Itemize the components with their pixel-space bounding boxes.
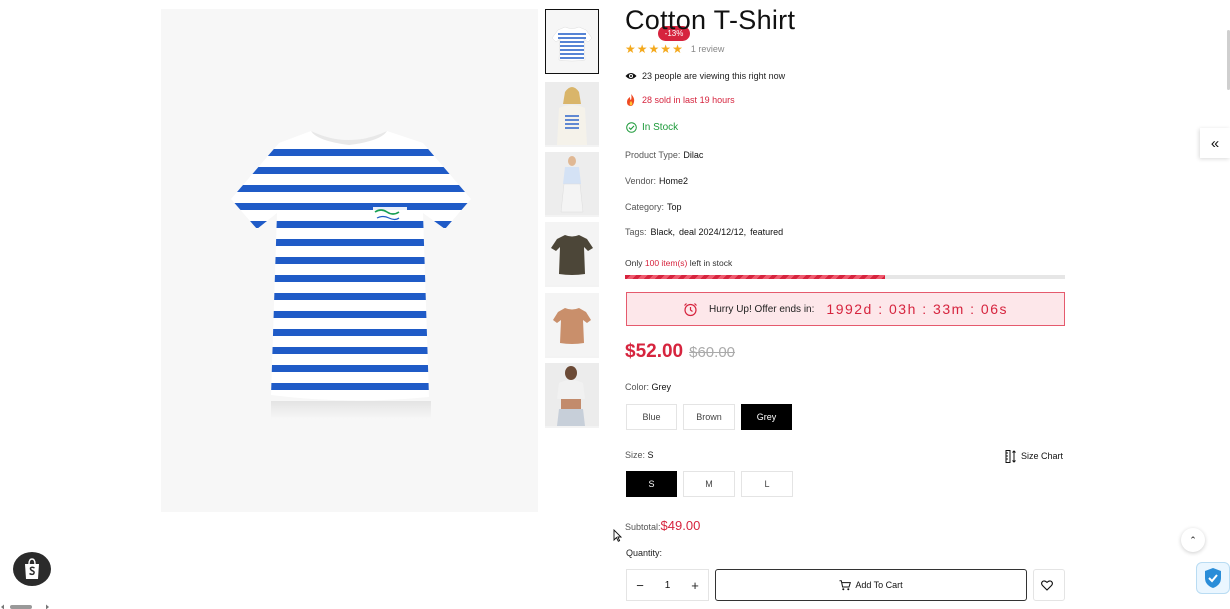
main-product-image[interactable]: -13%: [161, 9, 690, 512]
product-type-label: Product Type:: [625, 150, 681, 160]
stock-left-prefix: Only: [625, 258, 643, 268]
size-option-label: Size: S: [625, 450, 654, 460]
trust-badge-widget[interactable]: [1196, 562, 1230, 594]
heart-icon: [1040, 579, 1053, 591]
vendor-label: Vendor:: [625, 176, 657, 186]
back-to-top-button[interactable]: ⌃: [1181, 528, 1205, 552]
size-selected: S: [647, 450, 654, 460]
price-block: $52.00 $60.00: [625, 341, 735, 363]
review-count-link[interactable]: 1 review: [691, 44, 725, 54]
sold-hours: 19: [699, 95, 710, 105]
stock-left-notice: Only 100 item(s) left in stock: [625, 258, 732, 268]
color-option-blue[interactable]: Blue: [626, 404, 677, 430]
add-to-cart-button[interactable]: Add To Cart: [715, 569, 1027, 601]
sold-count: 28: [642, 95, 653, 105]
color-option-label: Color: Grey: [625, 382, 671, 392]
star-icon: ★: [672, 42, 683, 56]
category-value[interactable]: Top: [667, 202, 682, 212]
tag-link[interactable]: featured: [750, 227, 783, 237]
offer-countdown: Hurry Up! Offer ends in: 1992d : 03h : 3…: [626, 292, 1065, 326]
star-icon: ★: [636, 42, 648, 56]
side-panel-toggle-button[interactable]: «: [1200, 128, 1230, 158]
product-type-value: Dilac: [683, 150, 704, 160]
countdown-timer: 1992d : 03h : 33m : 06s: [826, 301, 1009, 317]
stock-status: In Stock: [625, 121, 678, 133]
thumbnail-model-striped-tee[interactable]: [545, 82, 599, 147]
stock-status-text: In Stock: [642, 121, 679, 133]
shopping-bag-icon: [25, 558, 39, 579]
tag-link[interactable]: Black,: [651, 227, 676, 237]
size-option-l[interactable]: L: [741, 471, 793, 497]
size-option-m[interactable]: M: [683, 471, 735, 497]
chevron-up-icon: ⌃: [1189, 534, 1197, 545]
compare-price: $60.00: [689, 344, 736, 361]
size-chart-label: Size Chart: [1021, 451, 1064, 461]
category-row: Category: Top: [625, 202, 682, 212]
viewing-text: people are viewing this right now: [654, 71, 786, 81]
current-price: $52.00: [625, 341, 684, 362]
viewing-now-notice: 23 people are viewing this right now: [625, 70, 785, 82]
product-rating[interactable]: ★ ★ ★ ★ ★ 1 review: [625, 43, 724, 55]
add-to-cart-label: Add To Cart: [855, 580, 903, 590]
double-chevron-left-icon: «: [1210, 134, 1220, 152]
product-type-row: Product Type: Dilac: [625, 150, 703, 160]
star-icon: ★: [660, 42, 672, 56]
wishlist-button[interactable]: [1033, 569, 1065, 601]
quantity-decrease-button[interactable]: −: [633, 578, 647, 593]
sold-recently-notice: 28 sold in last 19 hours: [625, 94, 735, 106]
color-selected: Grey: [651, 382, 672, 392]
quantity-increase-button[interactable]: +: [688, 578, 702, 593]
stock-progress-bar: [625, 275, 1065, 279]
mouse-cursor-icon: [613, 528, 623, 547]
size-label: Size:: [625, 450, 646, 460]
color-option-brown[interactable]: Brown: [683, 404, 735, 430]
size-option-s[interactable]: S: [626, 471, 677, 497]
shopify-bag-button[interactable]: [13, 552, 51, 586]
alarm-clock-icon: [683, 302, 698, 317]
cart-icon: [839, 579, 852, 591]
tags-row: Tags: Black, deal 2024/12/12, featured: [625, 227, 783, 237]
sold-text: sold in last: [654, 95, 698, 105]
quantity-label: Quantity:: [626, 548, 663, 558]
stock-progress-fill: [625, 275, 885, 279]
quantity-input[interactable]: 1: [665, 580, 671, 591]
shield-check-icon: [1205, 568, 1221, 588]
star-icon: ★: [625, 42, 636, 56]
vendor-row: Vendor: Home2: [625, 176, 688, 186]
thumbnail-model-full-body[interactable]: [545, 152, 599, 217]
subtotal: Subtotal: $49.00: [625, 518, 700, 533]
subtotal-label: Subtotal:: [625, 522, 661, 532]
subtotal-amount: $49.00: [660, 518, 701, 533]
horizontal-scrollbar[interactable]: [0, 599, 50, 609]
thumbnail-tan-tee[interactable]: [545, 293, 599, 358]
tag-link[interactable]: deal 2024/12/12,: [679, 227, 746, 237]
eye-icon: [625, 70, 637, 82]
ruler-icon: [1004, 449, 1018, 463]
check-circle-icon: [625, 121, 637, 133]
tags-label: Tags:: [625, 227, 647, 237]
quantity-stepper: − 1 +: [626, 569, 709, 601]
color-option-grey[interactable]: Grey: [741, 404, 792, 430]
stock-left-suffix: left in stock: [689, 258, 733, 268]
star-icon: ★: [648, 42, 660, 56]
countdown-label: Hurry Up! Offer ends in:: [708, 303, 815, 315]
category-label: Category:: [625, 202, 665, 212]
thumbnail-model-cropped-tee[interactable]: [545, 363, 599, 428]
fire-icon: [625, 94, 637, 106]
color-label: Color:: [625, 382, 650, 392]
stock-left-count: 100 item(s): [644, 258, 688, 268]
size-chart-link[interactable]: Size Chart: [1004, 449, 1063, 463]
thumbnail-brown-tee[interactable]: [545, 222, 599, 287]
sold-hours-suffix: hours: [712, 95, 735, 105]
thumbnail-striped-tee[interactable]: [545, 9, 599, 74]
product-title: Cotton T-Shirt: [625, 5, 796, 35]
vendor-value[interactable]: Home2: [659, 176, 688, 186]
viewing-count: 23: [642, 71, 653, 81]
